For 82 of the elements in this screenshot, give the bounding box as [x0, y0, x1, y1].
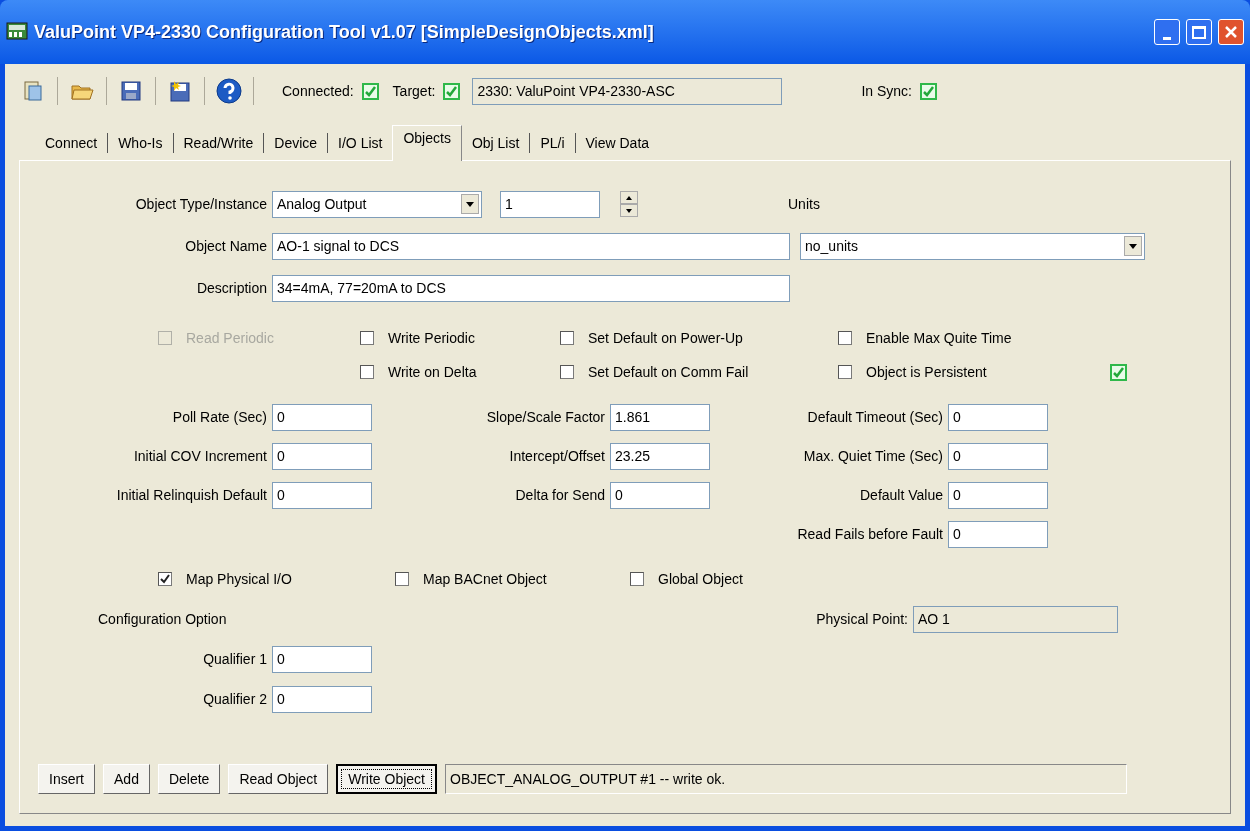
text-field[interactable]: 0 — [272, 645, 372, 673]
status-message: OBJECT_ANALOG_OUTPUT #1 -- write ok. — [445, 764, 1127, 794]
checkbox-label: Enable Max Quite Time — [866, 328, 1012, 348]
field-label: Default Timeout (Sec) — [807, 407, 944, 427]
checkbox-label: Map BACnet Object — [423, 569, 547, 589]
action-button[interactable]: Insert — [38, 764, 95, 794]
close-button[interactable] — [1218, 19, 1244, 45]
text-field[interactable]: 0 — [948, 442, 1048, 470]
action-button[interactable]: Delete — [157, 764, 221, 794]
checkbox-label: Set Default on Power-Up — [588, 328, 743, 348]
close-icon — [1225, 26, 1237, 38]
field-label: Delta for Send — [515, 485, 606, 505]
field-label: Object Type/Instance — [134, 194, 268, 214]
field-label: Intercept/Offset — [509, 446, 606, 466]
checkbox[interactable] — [838, 331, 852, 345]
checkbox[interactable] — [560, 331, 574, 345]
tab[interactable]: Connect — [35, 128, 108, 160]
text-field[interactable]: 0 — [272, 403, 372, 431]
minimize-button[interactable] — [1154, 19, 1180, 45]
field-label: Max. Quiet Time (Sec) — [803, 446, 944, 466]
tab[interactable]: Objects — [392, 125, 462, 161]
text-field[interactable]: 0 — [610, 481, 710, 509]
action-button[interactable]: Write Object — [336, 764, 437, 794]
text-field[interactable]: AO-1 signal to DCS — [272, 232, 790, 260]
text-field[interactable]: 1.861 — [610, 403, 710, 431]
text-field[interactable]: 23.25 — [610, 442, 710, 470]
checkbox[interactable] — [395, 572, 409, 586]
text-field[interactable]: AO 1 — [913, 605, 1118, 633]
text-field[interactable]: 0 — [948, 403, 1048, 431]
action-button[interactable]: Add — [103, 764, 150, 794]
field-label: Initial COV Increment — [133, 446, 268, 466]
checkbox[interactable] — [838, 365, 852, 379]
field-label: Poll Rate (Sec) — [172, 407, 268, 427]
tab[interactable]: Obj List — [461, 128, 530, 160]
checkbox[interactable] — [158, 572, 172, 586]
dropdown[interactable]: Analog Output — [272, 190, 482, 218]
section-label: Configuration Option — [98, 609, 227, 629]
field-label: Qualifier 2 — [202, 689, 268, 709]
field-label: Read Fails before Fault — [797, 524, 944, 544]
target-label: Target: — [392, 81, 436, 101]
checkbox[interactable] — [560, 365, 574, 379]
field-label: Physical Point: — [816, 609, 909, 629]
field-label: Description — [195, 278, 268, 298]
help-icon[interactable] — [213, 75, 245, 107]
text-field[interactable]: 0 — [948, 481, 1048, 509]
tab[interactable]: PL/i — [530, 128, 575, 160]
app-icon — [6, 22, 28, 42]
maximize-button[interactable] — [1186, 19, 1212, 45]
field-label: Object Name — [184, 236, 268, 256]
tab[interactable]: Device — [264, 128, 328, 160]
field-label: Slope/Scale Factor — [486, 407, 606, 427]
dropdown[interactable]: no_units — [800, 232, 1145, 260]
tab[interactable]: Who-Is — [108, 128, 173, 160]
tab[interactable]: View Data — [575, 128, 660, 160]
window-title: ValuPoint VP4-2330 Configuration Tool v1.07 [SimpleDesignObjects.xml] — [34, 20, 655, 44]
text-field[interactable]: 1 — [500, 190, 600, 218]
checkbox[interactable] — [360, 331, 374, 345]
text-field[interactable]: 0 — [272, 442, 372, 470]
checkbox[interactable] — [630, 572, 644, 586]
units-label: Units — [788, 194, 820, 214]
checkbox-label: Map Physical I/O — [186, 569, 292, 589]
spinner[interactable] — [620, 191, 638, 217]
checkbox-label: Write on Delta — [388, 362, 477, 382]
checkbox[interactable] — [360, 365, 374, 379]
in-sync-label: In Sync: — [861, 81, 912, 101]
checkbox-label: Object is Persistent — [866, 362, 987, 382]
text-field[interactable]: 0 — [948, 520, 1048, 548]
field-label: Initial Relinquish Default — [116, 485, 268, 505]
checkbox-label: Global Object — [658, 569, 743, 589]
tab[interactable]: Read/Write — [173, 128, 264, 160]
target-field[interactable]: 2330: ValuPoint VP4-2330-ASC — [472, 77, 783, 105]
checkbox-label: Set Default on Comm Fail — [588, 362, 749, 382]
text-field[interactable]: 0 — [272, 685, 372, 713]
field-label: Qualifier 1 — [202, 649, 268, 669]
text-field[interactable]: 34=4mA, 77=20mA to DCS — [272, 274, 790, 302]
checkbox-label: Read Periodic — [186, 328, 274, 348]
text-field[interactable]: 0 — [272, 481, 372, 509]
checkbox-label: Write Periodic — [388, 328, 475, 348]
action-button[interactable]: Read Object — [228, 764, 329, 794]
connected-label: Connected: — [282, 81, 354, 101]
field-label: Default Value — [860, 485, 944, 505]
tab[interactable]: I/O List — [328, 128, 393, 160]
